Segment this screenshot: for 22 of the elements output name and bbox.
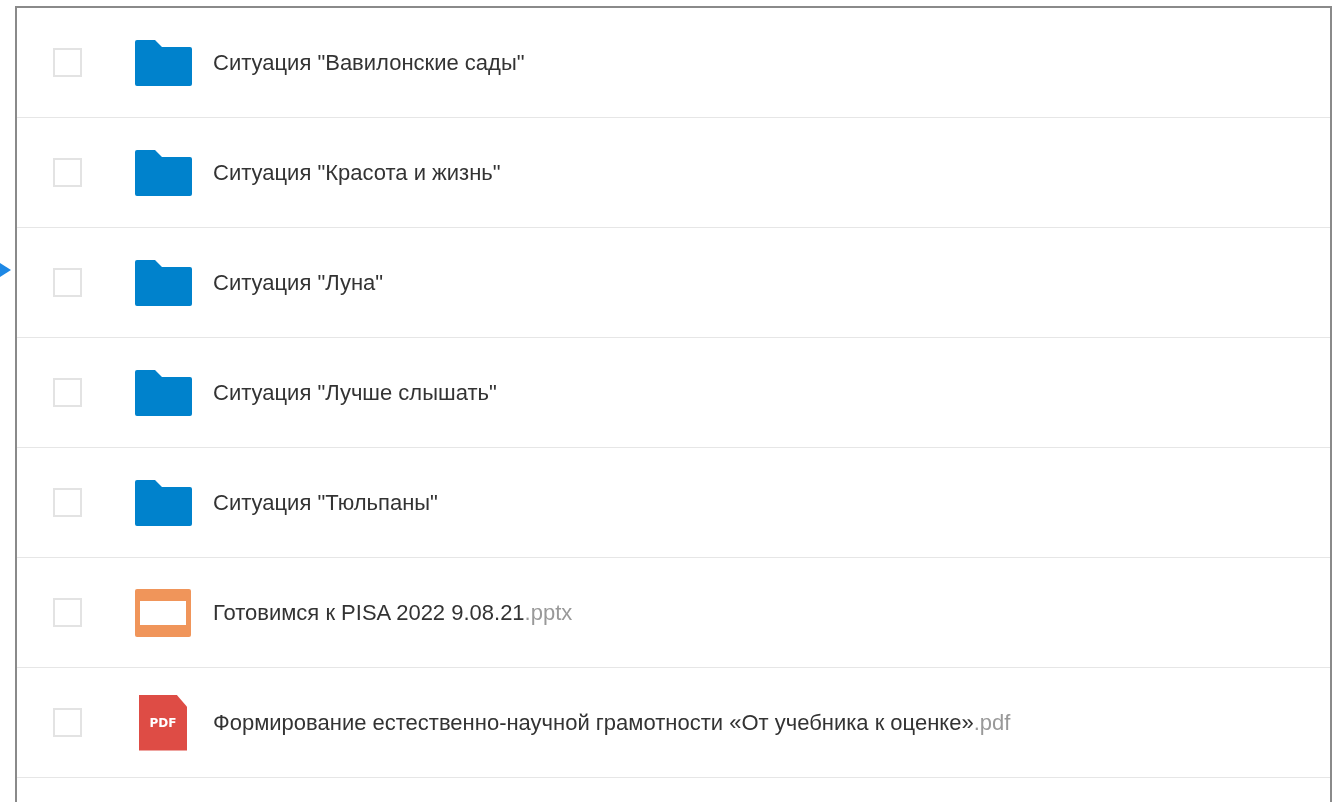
folder-icon	[134, 369, 192, 416]
file-name[interactable]: Ситуация "Луна"	[213, 269, 384, 296]
file-name[interactable]: Ситуация "Вавилонские сады"	[213, 49, 525, 76]
folder-icon	[134, 39, 192, 86]
file-name[interactable]: Ситуация "Лучше слышать"	[213, 379, 497, 406]
checkbox[interactable]	[53, 158, 82, 187]
checkbox[interactable]	[53, 268, 82, 297]
folder-icon	[134, 149, 192, 196]
pdf-icon: PDF	[139, 694, 187, 751]
checkbox[interactable]	[53, 488, 82, 517]
presentation-icon	[135, 588, 191, 637]
checkbox[interactable]	[53, 708, 82, 737]
file-name[interactable]: Готовимся к PISA 2022 9.08.21.pptx	[213, 599, 573, 626]
file-name[interactable]: Ситуация "Красота и жизнь"	[213, 159, 501, 186]
checkbox[interactable]	[53, 378, 82, 407]
checkbox[interactable]	[53, 48, 82, 77]
folder-icon	[134, 479, 192, 526]
arrow-icon	[0, 262, 12, 278]
folder-icon	[134, 259, 192, 306]
checkbox[interactable]	[53, 598, 82, 627]
file-name[interactable]: Формирование естественно-научной грамотности «От учебника к оценке».pdf	[213, 709, 1011, 736]
file-name[interactable]: Ситуация "Тюльпаны"	[213, 489, 438, 516]
